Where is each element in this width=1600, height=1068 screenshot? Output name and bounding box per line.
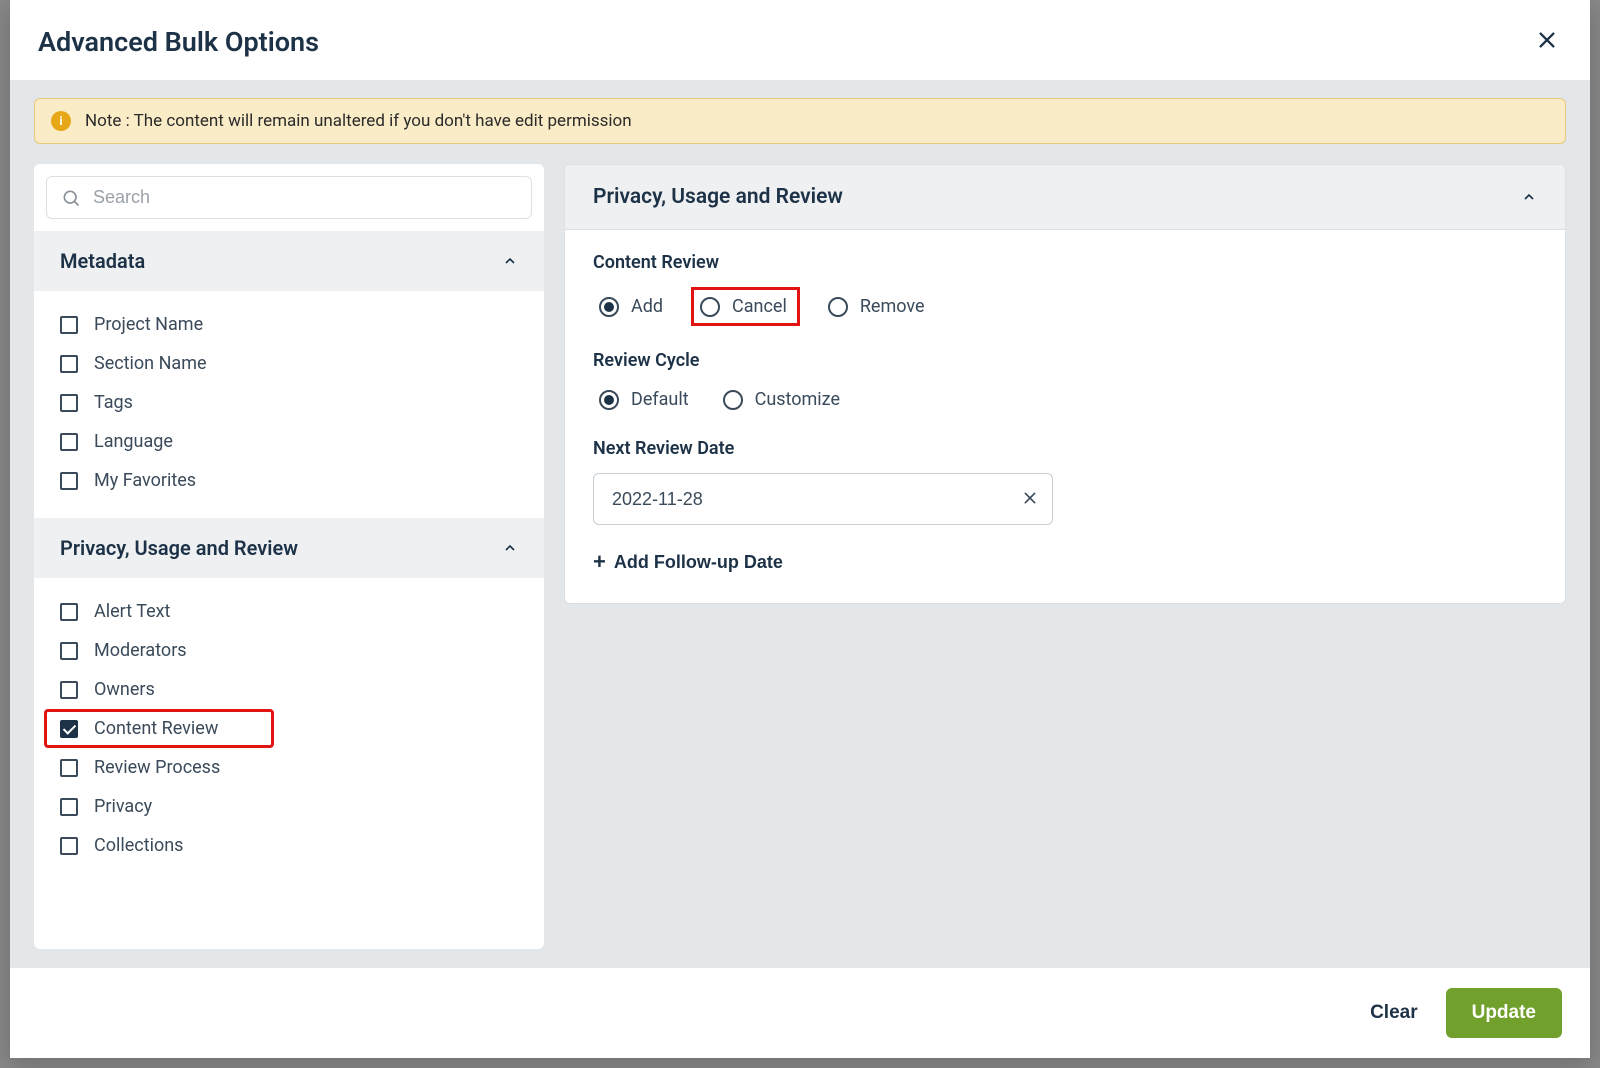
content-row: Metadata Project Name Section Name Tags … — [34, 164, 1566, 949]
checkbox-alert-text[interactable]: Alert Text — [44, 592, 534, 631]
options-sidebar: Metadata Project Name Section Name Tags … — [34, 164, 544, 949]
content-review-label: Content Review — [593, 252, 1537, 273]
radio-icon — [723, 390, 743, 410]
section-title: Privacy, Usage and Review — [60, 536, 298, 560]
checkbox-icon — [60, 837, 78, 855]
checkbox-content-review[interactable]: Content Review — [44, 709, 274, 748]
clear-button[interactable]: Clear — [1370, 1002, 1418, 1024]
checkbox-tags[interactable]: Tags — [44, 383, 534, 422]
section-header-metadata[interactable]: Metadata — [34, 231, 544, 291]
radio-icon — [700, 297, 720, 317]
search-input[interactable] — [93, 187, 517, 208]
modal-header: Advanced Bulk Options — [10, 0, 1590, 80]
checkbox-label: Collections — [94, 835, 183, 856]
checkbox-section-name[interactable]: Section Name — [44, 344, 534, 383]
add-followup-label: Add Follow-up Date — [614, 552, 783, 573]
checkbox-label: Project Name — [94, 314, 203, 335]
close-button[interactable] — [1532, 24, 1562, 60]
add-followup-date-button[interactable]: + Add Follow-up Date — [593, 547, 783, 577]
modal-footer: Clear Update — [10, 967, 1590, 1058]
checkbox-label: Moderators — [94, 640, 187, 661]
privacy-items: Alert Text Moderators Owners Content Rev… — [34, 578, 544, 883]
next-review-date-input[interactable] — [612, 489, 1022, 510]
plus-icon: + — [593, 551, 606, 573]
checkbox-collections[interactable]: Collections — [44, 826, 534, 865]
checkbox-label: Alert Text — [94, 601, 170, 622]
checkbox-my-favorites[interactable]: My Favorites — [44, 461, 534, 500]
checkbox-moderators[interactable]: Moderators — [44, 631, 534, 670]
checkbox-icon — [60, 720, 78, 738]
radio-default[interactable]: Default — [593, 385, 695, 414]
checkbox-label: Owners — [94, 679, 155, 700]
radio-customize[interactable]: Customize — [717, 385, 846, 414]
checkbox-icon — [60, 316, 78, 334]
checkbox-label: Review Process — [94, 757, 220, 778]
search-wrap — [34, 164, 544, 231]
note-text: Note : The content will remain unaltered… — [85, 111, 632, 131]
radio-label: Cancel — [732, 296, 787, 317]
checkbox-icon — [60, 681, 78, 699]
advanced-bulk-options-modal: Advanced Bulk Options i Note : The conte… — [10, 0, 1590, 1058]
checkbox-language[interactable]: Language — [44, 422, 534, 461]
search-icon — [61, 188, 81, 208]
info-icon: i — [51, 111, 71, 131]
checkbox-icon — [60, 603, 78, 621]
checkbox-label: Tags — [94, 392, 133, 413]
checkbox-label: Privacy — [94, 796, 152, 817]
checkbox-project-name[interactable]: Project Name — [44, 305, 534, 344]
review-cycle-radios: Default Customize — [593, 385, 1537, 414]
section-title: Metadata — [60, 249, 145, 273]
checkbox-label: Content Review — [94, 718, 218, 739]
checkbox-icon — [60, 759, 78, 777]
update-button[interactable]: Update — [1446, 988, 1562, 1038]
next-review-date-label: Next Review Date — [593, 438, 1537, 459]
radio-label: Remove — [860, 296, 925, 317]
chevron-up-icon — [502, 253, 518, 269]
checkbox-label: Section Name — [94, 353, 207, 374]
checkbox-icon — [60, 798, 78, 816]
permission-note: i Note : The content will remain unalter… — [34, 98, 1566, 144]
radio-icon — [599, 390, 619, 410]
checkbox-icon — [60, 433, 78, 451]
close-icon — [1536, 29, 1558, 51]
radio-label: Default — [631, 389, 689, 410]
radio-label: Add — [631, 296, 663, 317]
review-cycle-label: Review Cycle — [593, 350, 1537, 371]
radio-icon — [828, 297, 848, 317]
chevron-up-icon — [1521, 189, 1537, 205]
privacy-card: Privacy, Usage and Review Content Review… — [564, 164, 1566, 604]
modal-title: Advanced Bulk Options — [38, 26, 319, 58]
sidebar-scroll[interactable]: Metadata Project Name Section Name Tags … — [34, 231, 544, 949]
checkbox-privacy[interactable]: Privacy — [44, 787, 534, 826]
checkbox-label: Language — [94, 431, 173, 452]
radio-remove[interactable]: Remove — [822, 292, 931, 321]
close-icon — [1022, 490, 1038, 506]
search-box[interactable] — [46, 176, 532, 219]
checkbox-owners[interactable]: Owners — [44, 670, 534, 709]
radio-icon — [599, 297, 619, 317]
checkbox-icon — [60, 394, 78, 412]
section-header-privacy[interactable]: Privacy, Usage and Review — [34, 518, 544, 578]
checkbox-label: My Favorites — [94, 470, 196, 491]
radio-label: Customize — [755, 389, 840, 410]
privacy-card-header[interactable]: Privacy, Usage and Review — [565, 165, 1565, 230]
metadata-items: Project Name Section Name Tags Language … — [34, 291, 544, 518]
checkbox-review-process[interactable]: Review Process — [44, 748, 534, 787]
checkbox-icon — [60, 472, 78, 490]
clear-date-button[interactable] — [1022, 486, 1038, 512]
radio-add[interactable]: Add — [593, 292, 669, 321]
privacy-card-title: Privacy, Usage and Review — [593, 185, 843, 209]
privacy-card-body: Content Review Add Cancel — [565, 230, 1565, 603]
modal-body: i Note : The content will remain unalter… — [10, 80, 1590, 967]
details-panel: Privacy, Usage and Review Content Review… — [564, 164, 1566, 949]
next-review-date-field[interactable] — [593, 473, 1053, 525]
radio-cancel[interactable]: Cancel — [691, 287, 800, 326]
chevron-up-icon — [502, 540, 518, 556]
checkbox-icon — [60, 642, 78, 660]
checkbox-icon — [60, 355, 78, 373]
content-review-radios: Add Cancel Remove — [593, 287, 1537, 326]
